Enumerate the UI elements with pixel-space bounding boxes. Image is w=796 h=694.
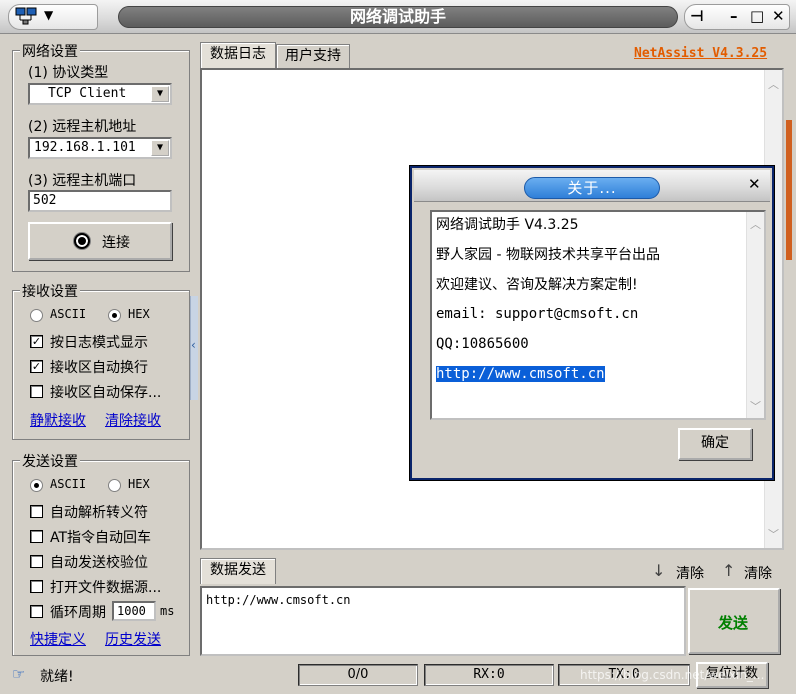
tab-data-log[interactable]: 数据日志 bbox=[200, 42, 276, 68]
about-line-email: email: support@cmsoft.cn bbox=[436, 306, 639, 322]
clear-receive-link[interactable]: 清除接收 bbox=[105, 410, 161, 430]
host-value: 192.168.1.101 bbox=[34, 140, 136, 155]
scroll-down-icon[interactable]: ﹀ bbox=[747, 398, 764, 414]
about-dialog-titlebar[interactable]: 关于... ✕ bbox=[414, 170, 770, 202]
checksum-checkbox[interactable] bbox=[30, 555, 43, 568]
receive-settings-title: 接收设置 bbox=[20, 281, 80, 301]
send-settings-title: 发送设置 bbox=[20, 451, 80, 471]
silent-receive-link[interactable]: 静默接收 bbox=[30, 410, 86, 430]
loop-label: 循环周期 bbox=[50, 605, 106, 621]
port-input[interactable]: 502 bbox=[28, 190, 172, 212]
auto-wrap-checkbox[interactable]: ✓ bbox=[30, 360, 43, 373]
shortcut-define-link[interactable]: 快捷定义 bbox=[30, 629, 86, 649]
escape-checkbox[interactable] bbox=[30, 505, 43, 518]
radio-selected-dot bbox=[34, 483, 39, 488]
auto-save-label: 接收区自动保存... bbox=[50, 385, 162, 401]
send-text-value: http://www.cmsoft.cn bbox=[206, 593, 351, 607]
send-ascii-label: ASCII bbox=[50, 477, 87, 491]
maximize-button[interactable]: □ bbox=[750, 7, 764, 25]
protocol-select[interactable]: TCP Client ▼ bbox=[28, 83, 172, 105]
network-settings-title: 网络设置 bbox=[20, 41, 80, 61]
about-ok-label: 确定 bbox=[701, 435, 729, 451]
scroll-down-icon[interactable]: ﹀ bbox=[765, 526, 782, 542]
auto-save-checkbox[interactable] bbox=[30, 385, 43, 398]
send-text-area[interactable]: http://www.cmsoft.cn bbox=[200, 586, 686, 656]
status-rx: RX:0 bbox=[424, 664, 554, 686]
about-content-area[interactable]: 网络调试助手 V4.3.25 野人家园 - 物联网技术共享平台出品 欢迎建议、咨… bbox=[430, 210, 766, 420]
splitter-handle[interactable]: ‹ bbox=[190, 296, 198, 400]
at-enter-label: AT指令自动回车 bbox=[50, 530, 152, 546]
status-bar: ☞ 就绪! 0/0 RX:0 TX:0 复位计数 https://blog.cs… bbox=[0, 660, 796, 694]
host-select[interactable]: 192.168.1.101 ▼ bbox=[28, 137, 172, 159]
send-ascii-radio[interactable] bbox=[30, 479, 43, 492]
receive-ascii-radio[interactable] bbox=[30, 309, 43, 322]
auto-wrap-label: 接收区自动换行 bbox=[50, 360, 148, 376]
receive-ascii-label: ASCII bbox=[50, 307, 87, 321]
status-rx-value: RX:0 bbox=[473, 667, 505, 682]
scroll-up-icon[interactable]: ︿ bbox=[747, 216, 764, 232]
send-hex-radio[interactable] bbox=[108, 479, 121, 492]
clear-up-arrow-icon[interactable]: ↑ bbox=[722, 561, 735, 580]
chevron-down-icon[interactable]: ▼ bbox=[151, 140, 169, 156]
loop-checkbox[interactable] bbox=[30, 605, 43, 618]
app-network-icon[interactable] bbox=[14, 6, 38, 26]
about-line-welcome: 欢迎建议、咨询及解决方案定制! bbox=[436, 277, 638, 293]
loop-interval-input[interactable]: 1000 bbox=[112, 601, 156, 621]
protocol-value: TCP Client bbox=[48, 86, 127, 101]
side-accent-bar bbox=[786, 120, 792, 260]
connect-button[interactable]: 连接 bbox=[28, 222, 172, 260]
port-label: (3) 远程主机端口 bbox=[28, 173, 137, 189]
connect-label: 连接 bbox=[102, 235, 130, 251]
file-source-checkbox[interactable] bbox=[30, 580, 43, 593]
about-dialog[interactable]: 关于... ✕ 网络调试助手 V4.3.25 野人家园 - 物联网技术共享平台出… bbox=[410, 166, 774, 480]
pin-icon[interactable]: ⊣ bbox=[690, 7, 704, 25]
about-line-qq: QQ:10865600 bbox=[436, 336, 529, 352]
escape-label: 自动解析转义符 bbox=[50, 505, 148, 521]
watermark-text: https://blog.csdn.net/weixin_... bbox=[580, 668, 765, 682]
system-menu-arrow-icon[interactable]: ▼ bbox=[44, 8, 53, 22]
chevron-down-icon[interactable]: ▼ bbox=[151, 86, 169, 102]
file-source-label: 打开文件数据源... bbox=[50, 580, 162, 596]
status-counter: 0/0 bbox=[298, 664, 418, 686]
radio-selected-dot bbox=[112, 313, 117, 318]
connect-status-icon bbox=[74, 233, 90, 249]
protocol-label: (1) 协议类型 bbox=[28, 65, 109, 81]
status-ready: 就绪! bbox=[40, 669, 74, 685]
brand-version-link[interactable]: NetAssist V4.3.25 bbox=[634, 46, 767, 61]
clear-history-button[interactable]: 清除 bbox=[744, 563, 772, 583]
send-hex-label: HEX bbox=[128, 477, 150, 491]
clear-down-arrow-icon[interactable]: ↓ bbox=[652, 561, 665, 580]
about-line-version: 网络调试助手 V4.3.25 bbox=[436, 217, 579, 233]
tab-user-support[interactable]: 用户支持 bbox=[276, 44, 350, 68]
about-line-publisher: 野人家园 - 物联网技术共享平台出品 bbox=[436, 247, 660, 263]
log-mode-label: 按日志模式显示 bbox=[50, 335, 148, 351]
checksum-label: 自动发送校验位 bbox=[50, 555, 148, 571]
send-history-link[interactable]: 历史发送 bbox=[105, 629, 161, 649]
status-counter-value: 0/0 bbox=[347, 667, 369, 682]
about-dialog-title: 关于... bbox=[524, 177, 660, 199]
hand-pointer-icon: ☞ bbox=[12, 665, 26, 683]
window-title: 网络调试助手 bbox=[118, 6, 678, 28]
about-scrollbar[interactable]: ︿ ﹀ bbox=[746, 212, 764, 418]
close-button[interactable]: ✕ bbox=[772, 7, 785, 25]
send-button[interactable]: 发送 bbox=[688, 588, 780, 654]
window-titlebar[interactable]: ▼ 网络调试助手 ⊣ – □ ✕ bbox=[0, 0, 796, 34]
host-label: (2) 远程主机地址 bbox=[28, 119, 137, 135]
tab-data-send[interactable]: 数据发送 bbox=[200, 558, 276, 584]
clear-send-button[interactable]: 清除 bbox=[676, 563, 704, 583]
receive-hex-label: HEX bbox=[128, 307, 150, 321]
log-mode-checkbox[interactable]: ✓ bbox=[30, 335, 43, 348]
minimize-button[interactable]: – bbox=[730, 7, 738, 25]
about-close-button[interactable]: ✕ bbox=[748, 175, 761, 193]
send-button-label: 发送 bbox=[718, 614, 749, 632]
about-line-website[interactable]: http://www.cmsoft.cn bbox=[436, 366, 605, 382]
loop-unit-label: ms bbox=[160, 604, 175, 618]
about-ok-button[interactable]: 确定 bbox=[678, 428, 752, 460]
collapse-arrow-icon[interactable]: ‹ bbox=[191, 338, 196, 352]
at-enter-checkbox[interactable] bbox=[30, 530, 43, 543]
scroll-up-icon[interactable]: ︿ bbox=[765, 76, 782, 92]
receive-hex-radio[interactable] bbox=[108, 309, 121, 322]
